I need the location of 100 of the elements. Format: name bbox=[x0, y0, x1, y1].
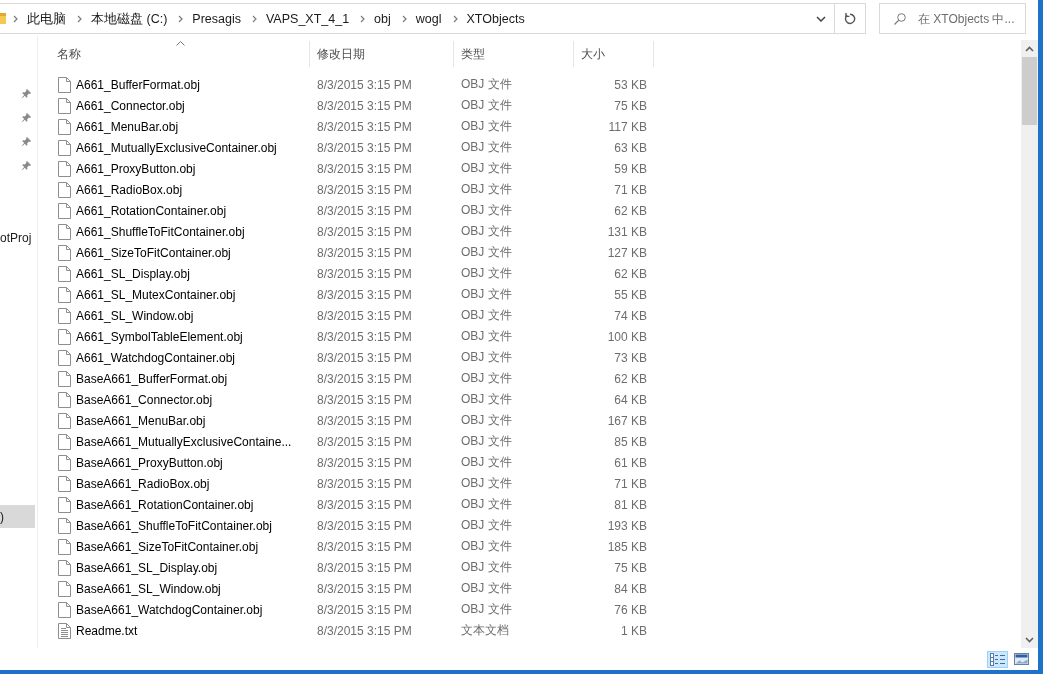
file-size: 59 KB bbox=[614, 161, 647, 176]
file-icon bbox=[58, 244, 71, 261]
file-size: 76 KB bbox=[614, 602, 647, 617]
breadcrumb-item[interactable]: Presagis bbox=[192, 10, 241, 27]
nav-item[interactable]: ) bbox=[0, 505, 35, 528]
file-name[interactable]: A661_WatchdogContainer.obj bbox=[76, 350, 235, 365]
file-name[interactable]: BaseA661_SL_Display.obj bbox=[76, 560, 218, 575]
modified-date: 8/3/2015 3:15 PM bbox=[317, 245, 412, 260]
file-icon bbox=[58, 202, 71, 219]
search-field[interactable]: 在 XTObjects 中... bbox=[879, 3, 1026, 34]
file-name[interactable]: A661_BufferFormat.obj bbox=[76, 77, 200, 92]
file-name[interactable]: A661_MenuBar.obj bbox=[76, 119, 179, 134]
file-name[interactable]: BaseA661_MenuBar.obj bbox=[76, 413, 206, 428]
file-name[interactable]: BaseA661_RotationContainer.obj bbox=[76, 497, 254, 512]
file-type: OBJ 文件 bbox=[461, 244, 512, 261]
breadcrumb-item[interactable]: 此电脑 bbox=[27, 10, 66, 27]
file-type: OBJ 文件 bbox=[461, 412, 512, 429]
scrollbar-thumb[interactable] bbox=[1022, 57, 1037, 125]
pin-icon[interactable] bbox=[22, 160, 31, 170]
file-name[interactable]: BaseA661_SL_Window.obj bbox=[76, 581, 221, 596]
file-type: OBJ 文件 bbox=[461, 559, 512, 576]
chevron-right-icon bbox=[13, 14, 18, 23]
file-name[interactable]: BaseA661_MutuallyExclusiveContaine... bbox=[76, 434, 292, 449]
file-type: OBJ 文件 bbox=[461, 601, 512, 618]
file-name[interactable]: BaseA661_SizeToFitContainer.obj bbox=[76, 539, 259, 554]
breadcrumb-item[interactable]: obj bbox=[374, 10, 391, 27]
breadcrumb-item[interactable]: XTObjects bbox=[466, 10, 525, 27]
file-name[interactable]: A661_Connector.obj bbox=[76, 98, 185, 113]
file-icon bbox=[58, 370, 71, 387]
file-name[interactable]: A661_RadioBox.obj bbox=[76, 182, 183, 197]
file-name[interactable]: A661_SymbolTableElement.obj bbox=[76, 329, 243, 344]
file-icon bbox=[58, 454, 71, 471]
file-name[interactable]: BaseA661_ShuffleToFitContainer.obj bbox=[76, 518, 272, 533]
breadcrumb-item[interactable]: VAPS_XT_4_1 bbox=[265, 10, 350, 27]
file-type: OBJ 文件 bbox=[461, 454, 512, 471]
chevron-down-icon bbox=[1025, 636, 1034, 643]
refresh-button[interactable] bbox=[834, 3, 866, 34]
file-name[interactable]: BaseA661_ProxyButton.obj bbox=[76, 455, 223, 470]
file-icon bbox=[58, 286, 71, 303]
file-icon bbox=[58, 391, 71, 408]
file-name[interactable]: A661_ProxyButton.obj bbox=[76, 161, 196, 176]
breadcrumb-item[interactable]: 本地磁盘 (C:) bbox=[91, 10, 168, 27]
file-type: OBJ 文件 bbox=[461, 370, 512, 387]
file-icon bbox=[58, 97, 71, 114]
breadcrumb-item[interactable]: wogl bbox=[415, 10, 442, 27]
modified-date: 8/3/2015 3:15 PM bbox=[317, 182, 412, 197]
large-icons-view-button[interactable] bbox=[1011, 650, 1032, 668]
column-header[interactable]: 修改日期 bbox=[310, 41, 454, 67]
file-name[interactable]: BaseA661_WatchdogContainer.obj bbox=[76, 602, 263, 617]
modified-date: 8/3/2015 3:15 PM bbox=[317, 329, 412, 344]
file-size: 117 KB bbox=[608, 119, 647, 134]
column-header[interactable]: 类型 bbox=[454, 41, 574, 67]
file-size: 74 KB bbox=[614, 308, 647, 323]
modified-date: 8/3/2015 3:15 PM bbox=[317, 140, 412, 155]
pin-icon[interactable] bbox=[22, 136, 31, 146]
modified-date: 8/3/2015 3:15 PM bbox=[317, 581, 412, 596]
file-icon bbox=[58, 517, 71, 534]
column-header[interactable]: 大小 bbox=[574, 41, 654, 67]
file-size: 167 KB bbox=[607, 413, 647, 428]
file-name[interactable]: A661_SL_Window.obj bbox=[76, 308, 194, 323]
file-type: OBJ 文件 bbox=[461, 538, 512, 555]
file-type: OBJ 文件 bbox=[461, 202, 512, 219]
text-file-icon bbox=[58, 622, 71, 639]
file-size: 85 KB bbox=[614, 434, 647, 449]
file-name[interactable]: A661_SizeToFitContainer.obj bbox=[76, 245, 231, 260]
file-name[interactable]: A661_ShuffleToFitContainer.obj bbox=[76, 224, 245, 239]
file-size: 131 KB bbox=[607, 224, 647, 239]
file-name[interactable]: BaseA661_BufferFormat.obj bbox=[76, 371, 228, 386]
modified-date: 8/3/2015 3:15 PM bbox=[317, 203, 412, 218]
file-name[interactable]: BaseA661_RadioBox.obj bbox=[76, 476, 210, 491]
file-name[interactable]: BaseA661_Connector.obj bbox=[76, 392, 213, 407]
file-name[interactable]: A661_MutuallyExclusiveContainer.obj bbox=[76, 140, 277, 155]
file-icon bbox=[58, 433, 71, 450]
nav-item[interactable]: otProj bbox=[0, 226, 35, 250]
modified-date: 8/3/2015 3:15 PM bbox=[317, 518, 412, 533]
file-name[interactable]: A661_SL_MutexContainer.obj bbox=[76, 287, 236, 302]
file-name[interactable]: Readme.txt bbox=[76, 623, 138, 638]
pin-icon[interactable] bbox=[22, 112, 31, 122]
details-view-button[interactable] bbox=[987, 650, 1008, 668]
file-icon bbox=[58, 475, 71, 492]
modified-date: 8/3/2015 3:15 PM bbox=[317, 539, 412, 554]
file-icon bbox=[58, 412, 71, 429]
chevron-right-icon bbox=[178, 14, 184, 23]
column-header[interactable]: 名称 bbox=[50, 41, 310, 67]
file-size: 81 KB bbox=[614, 497, 647, 512]
chevron-right-icon bbox=[360, 14, 366, 23]
file-icon bbox=[58, 76, 71, 93]
file-type: OBJ 文件 bbox=[461, 433, 512, 450]
file-size: 55 KB bbox=[614, 287, 647, 302]
chevron-down-icon bbox=[816, 15, 826, 22]
file-name[interactable]: A661_SL_Display.obj bbox=[76, 266, 190, 281]
modified-date: 8/3/2015 3:15 PM bbox=[317, 476, 412, 491]
modified-date: 8/3/2015 3:15 PM bbox=[317, 602, 412, 617]
pin-icon[interactable] bbox=[22, 88, 31, 98]
file-name[interactable]: A661_RotationContainer.obj bbox=[76, 203, 227, 218]
file-icon bbox=[58, 601, 71, 618]
address-bar[interactable]: 此电脑 本地磁盘 (C:) Presagis VAPS_XT_4_1 obj wogl XTObjects bbox=[0, 3, 834, 34]
modified-date: 8/3/2015 3:15 PM bbox=[317, 350, 412, 365]
file-type: OBJ 文件 bbox=[461, 286, 512, 303]
file-size: 185 KB bbox=[607, 539, 647, 554]
